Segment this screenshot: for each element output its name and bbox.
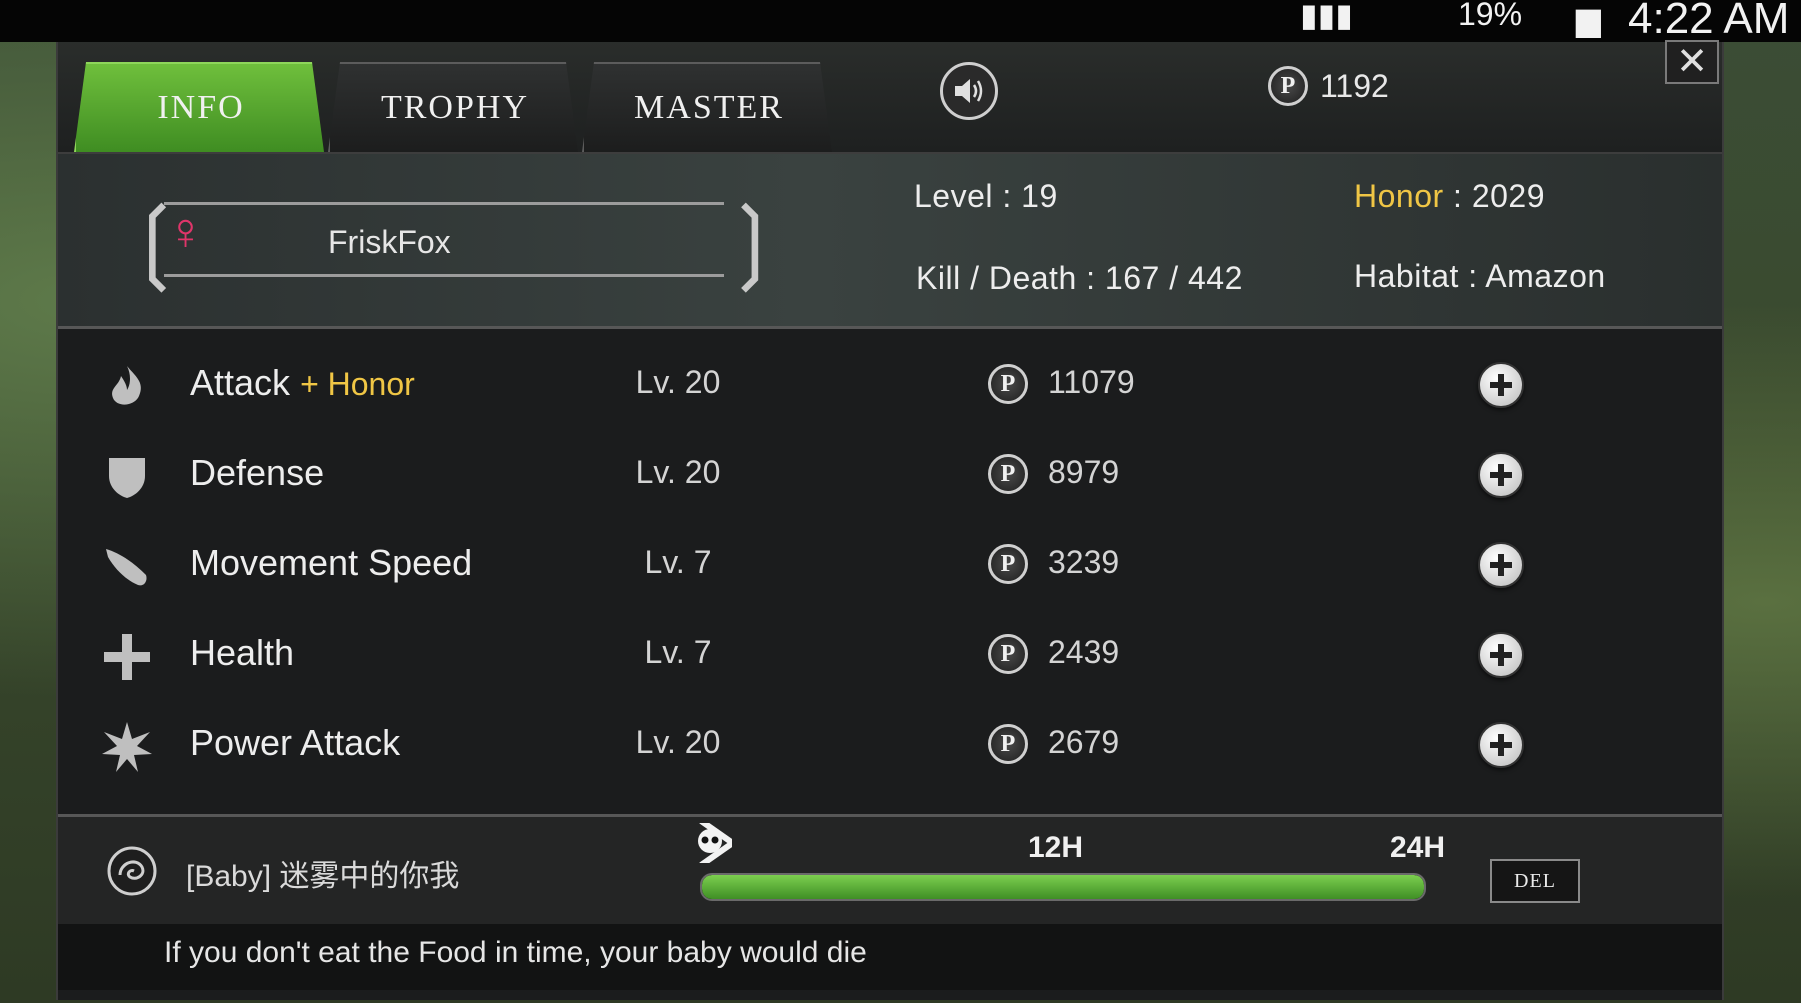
stat-row-movement-speed: Movement Speed Lv. 7 P 3239: [58, 522, 1722, 612]
plus-icon: [1490, 374, 1512, 396]
level-stat: Level : 19: [914, 178, 1058, 214]
kill-death-value: 167 / 442: [1104, 260, 1243, 296]
plus-icon: [1490, 644, 1512, 666]
points-balance: P 1192: [1268, 66, 1389, 106]
close-button[interactable]: ✕: [1665, 40, 1719, 84]
honor-value: 2029: [1471, 178, 1546, 214]
nameplate-bottom-line: [164, 274, 724, 277]
stat-name: Attack + Honor: [190, 362, 415, 404]
food-timer-fill: [702, 875, 1424, 899]
plus-icon: [1490, 734, 1512, 756]
habitat-value: Amazon: [1485, 258, 1606, 294]
stat-name: Power Attack: [190, 722, 401, 763]
kill-death-label: Kill / Death: [916, 260, 1077, 296]
stat-level: Lv. 20: [635, 454, 721, 490]
attack-label: Attack: [190, 362, 291, 403]
upgrade-cost: 2679: [1048, 724, 1120, 760]
stat-name: Health: [190, 632, 295, 673]
tab-master[interactable]: MASTER: [582, 62, 832, 152]
baby-section: [Baby] 迷雾中的你我 12H 24H DEL: [58, 814, 1722, 927]
shield-icon: [102, 452, 152, 502]
upgrade-movement-speed-button[interactable]: [1478, 542, 1524, 588]
honor-stat: Honor : 2029: [1354, 178, 1546, 214]
points-coin-icon: P: [988, 364, 1028, 404]
points-coin-icon: P: [988, 724, 1028, 764]
clock: 4:22 AM: [1628, 0, 1790, 43]
tab-trophy[interactable]: TROPHY: [328, 62, 578, 152]
baby-food-notice: If you don't eat the Food in time, your …: [164, 936, 867, 969]
stat-level: Lv. 20: [635, 724, 721, 760]
flame-icon: [102, 362, 152, 412]
female-icon: ♀: [166, 203, 205, 261]
burst-icon: [102, 722, 152, 772]
nameplate-top-line: [164, 202, 724, 205]
wing-icon: [102, 542, 152, 592]
points-value: 1192: [1320, 67, 1389, 104]
nameplate-right-ornament: ❳: [714, 188, 790, 293]
upgrade-health-button[interactable]: [1478, 632, 1524, 678]
points-coin-icon: P: [988, 454, 1028, 494]
delete-baby-button[interactable]: DEL: [1490, 859, 1580, 903]
upgrade-power-attack-button[interactable]: [1478, 722, 1524, 768]
stat-row-attack: Attack + Honor Lv. 20 P 11079: [58, 342, 1722, 432]
battery-level: 19%: [1458, 0, 1523, 32]
honor-label: Honor: [1354, 178, 1444, 214]
status-bar: ▮▮▮ 19% ▆ 4:22 AM: [0, 0, 1801, 43]
speaker-icon: [955, 79, 983, 103]
sound-toggle-button[interactable]: [940, 62, 998, 120]
upgrade-cost: 3239: [1048, 544, 1120, 580]
upgrade-cost: 2439: [1048, 634, 1120, 670]
upgrade-cost: 11079: [1048, 364, 1135, 400]
level-value: 19: [1021, 178, 1058, 214]
cross-icon: [102, 632, 152, 682]
profile-summary: ❲ ♀ FriskFox ❳ Level : 19 Honor : 2029 K…: [58, 152, 1722, 329]
food-timer-bar: [700, 873, 1426, 901]
habitat-stat: Habitat : Amazon: [1354, 258, 1606, 294]
stat-level: Lv. 20: [635, 364, 721, 400]
nameplate: ❲ ♀ FriskFox ❳: [118, 196, 789, 286]
stat-name: Defense: [190, 452, 325, 493]
stat-level: Lv. 7: [644, 544, 712, 580]
timer-mark-24h: 24H: [1390, 831, 1446, 864]
upgrade-defense-button[interactable]: [1478, 452, 1524, 498]
stat-row-health: Health Lv. 7 P 2439: [58, 612, 1722, 702]
points-coin-icon: P: [1268, 66, 1308, 106]
habitat-label: Habitat: [1354, 258, 1459, 294]
stat-row-power-attack: Power Attack Lv. 20 P 2679: [58, 702, 1722, 792]
stat-name: Movement Speed: [190, 542, 473, 583]
honor-bonus-label: + Honor: [300, 366, 415, 402]
kill-death-stat: Kill / Death : 167 / 442: [916, 260, 1243, 296]
baby-icon: [106, 845, 158, 897]
tab-bar: INFO TROPHY MASTER P 1192 ✕: [58, 40, 1722, 152]
notice-bar: If you don't eat the Food in time, your …: [58, 924, 1722, 990]
level-label: Level: [914, 178, 993, 214]
plus-icon: [1490, 464, 1512, 486]
upgrade-attack-button[interactable]: [1478, 362, 1524, 408]
stat-row-defense: Defense Lv. 20 P 8979: [58, 432, 1722, 522]
baby-name: [Baby] 迷雾中的你我: [186, 860, 460, 893]
player-name: FriskFox: [328, 224, 451, 260]
skull-icon: [688, 818, 736, 868]
signal-icon: ▮▮▮: [1300, 0, 1353, 33]
character-info-panel: INFO TROPHY MASTER P 1192 ✕ ❲ ♀ FriskFox…: [56, 40, 1724, 1000]
upgrade-cost: 8979: [1048, 454, 1120, 490]
battery-icon: ▆: [1576, 1, 1601, 37]
stat-level: Lv. 7: [644, 634, 712, 670]
points-coin-icon: P: [988, 634, 1028, 674]
plus-icon: [1490, 554, 1512, 576]
tab-info[interactable]: INFO: [74, 62, 324, 152]
timer-mark-12h: 12H: [1028, 831, 1084, 864]
points-coin-icon: P: [988, 544, 1028, 584]
